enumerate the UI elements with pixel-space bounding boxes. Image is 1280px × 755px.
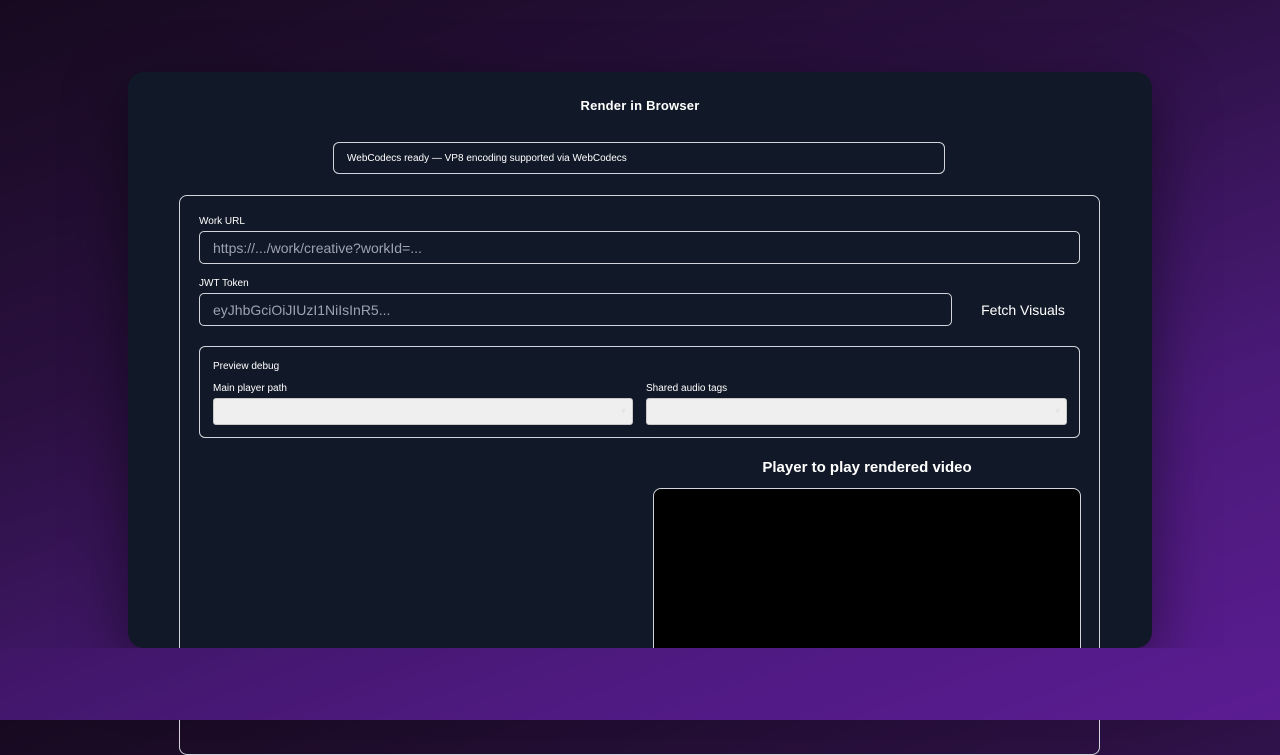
jwt-token-label: JWT Token	[199, 278, 249, 289]
preview-debug-title: Preview debug	[213, 361, 280, 372]
chevron-down-icon: ▾	[620, 406, 626, 417]
webcodecs-status-banner: WebCodecs ready — VP8 encoding supported…	[333, 142, 945, 174]
main-player-path-label: Main player path	[213, 383, 287, 394]
chevron-down-icon: ▾	[1054, 406, 1060, 417]
jwt-token-input[interactable]	[199, 293, 952, 326]
player-title: Player to play rendered video	[762, 459, 972, 476]
page-title: Render in Browser	[580, 98, 700, 113]
fetch-visuals-button[interactable]: Fetch Visuals	[966, 293, 1080, 326]
shared-audio-tags-select[interactable]: ▾	[646, 398, 1067, 425]
work-url-label: Work URL	[199, 216, 245, 227]
main-player-path-select[interactable]: ▾	[213, 398, 633, 425]
work-url-input[interactable]	[199, 231, 1080, 264]
page-background-bottom	[0, 648, 1280, 720]
shared-audio-tags-label: Shared audio tags	[646, 383, 728, 394]
